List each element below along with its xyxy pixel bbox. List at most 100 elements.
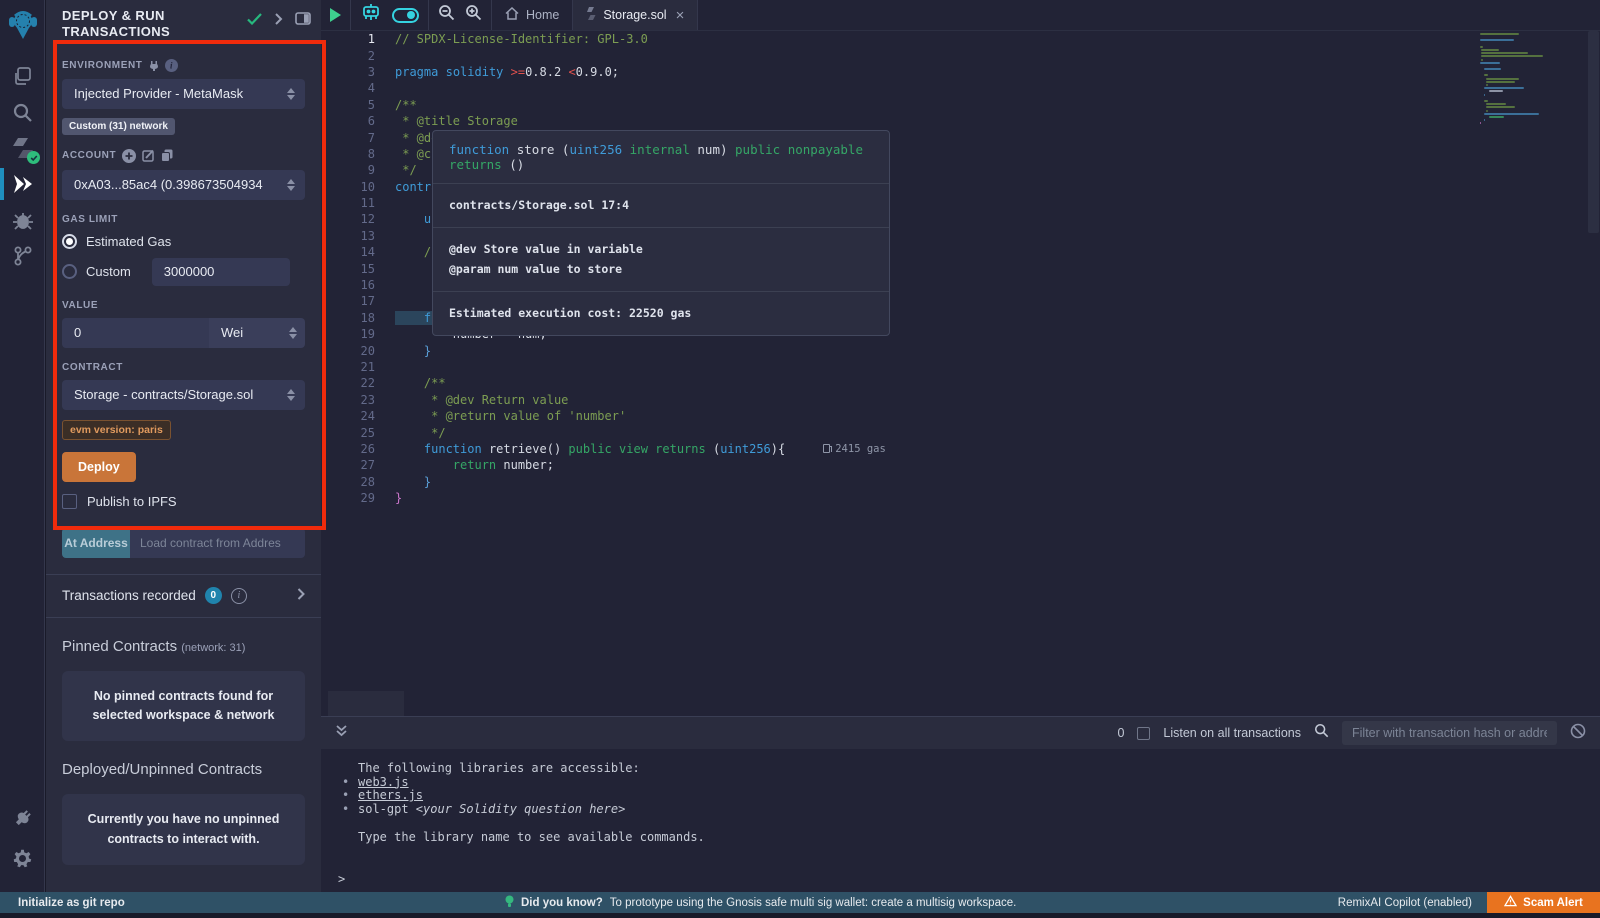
terminal-line: •ethers.js xyxy=(338,789,1600,803)
pin-panel-icon[interactable] xyxy=(295,12,311,30)
line-number: 20 xyxy=(321,344,375,358)
code-line[interactable]: 23 * @dev Return value xyxy=(321,392,1600,408)
environment-info-icon[interactable]: i xyxy=(165,59,178,72)
tab-storage-sol[interactable]: Storage.sol × xyxy=(573,0,698,30)
git-icon[interactable] xyxy=(0,238,45,274)
line-number: 26 xyxy=(321,442,375,456)
code-line[interactable]: 24 * @return value of 'number' xyxy=(321,408,1600,424)
tab-home[interactable]: Home xyxy=(492,0,573,30)
contract-label: CONTRACT xyxy=(62,362,305,373)
hover-tooltip: function store (uint256 internal num) pu… xyxy=(432,130,890,336)
clear-console-icon[interactable] xyxy=(1570,723,1586,744)
deploy-run-panel: DEPLOY & RUN TRANSACTIONS ENVIRONMENT i … xyxy=(46,0,321,892)
line-number: 6 xyxy=(321,114,375,128)
account-select[interactable]: 0xA03...85ac4 (0.398673504934 xyxy=(62,170,305,200)
line-number: 4 xyxy=(321,81,375,95)
solidity-compiler-icon[interactable] xyxy=(0,130,45,166)
terminal: 0 Listen on all transactions The followi… xyxy=(321,716,1600,892)
code-line[interactable]: 27 return number; xyxy=(321,457,1600,473)
at-address-input[interactable] xyxy=(130,528,305,558)
code-line[interactable]: 2 xyxy=(321,47,1600,63)
code-line[interactable]: 21 xyxy=(321,359,1600,375)
code-line[interactable]: 3pragma solidity >=0.8.2 <0.9.0; xyxy=(321,64,1600,80)
collapse-terminal-icon[interactable] xyxy=(335,724,348,743)
terminal-output: The following libraries are accessible:•… xyxy=(321,749,1600,887)
debugger-icon[interactable] xyxy=(0,202,45,238)
svg-text:i: i xyxy=(169,60,172,70)
line-number: 2 xyxy=(321,49,375,63)
copilot-status[interactable]: RemixAI Copilot (enabled) xyxy=(1338,897,1472,909)
icon-rail xyxy=(0,0,45,892)
line-number: 29 xyxy=(321,491,375,505)
line-number: 19 xyxy=(321,327,375,341)
transaction-listen-count: 0 xyxy=(1117,726,1124,740)
code-line[interactable]: 1// SPDX-License-Identifier: GPL-3.0 xyxy=(321,31,1600,47)
code-line[interactable]: 28 } xyxy=(321,474,1600,490)
terminal-library-link[interactable]: web3.js xyxy=(358,776,409,790)
did-you-know-tip: Did you know? To prototype using the Gno… xyxy=(505,895,1016,911)
status-bar: Initialize as git repo Did you know? To … xyxy=(0,892,1600,913)
chevron-updown-icon xyxy=(287,88,295,100)
zoom-in-icon[interactable] xyxy=(465,4,482,26)
run-script-icon[interactable] xyxy=(330,8,341,22)
environment-select[interactable]: Injected Provider - MetaMask xyxy=(62,79,305,109)
deploy-button[interactable]: Deploy xyxy=(62,452,136,482)
listen-all-transactions-checkbox[interactable] xyxy=(1137,727,1150,740)
sign-message-icon[interactable] xyxy=(142,149,155,162)
listen-all-transactions-label: Listen on all transactions xyxy=(1163,726,1301,740)
transaction-filter-input[interactable] xyxy=(1342,721,1557,745)
publish-ipfs-label: Publish to IPFS xyxy=(87,494,177,509)
account-label: ACCOUNT xyxy=(62,149,305,163)
custom-gas-radio[interactable] xyxy=(62,264,77,279)
terminal-line: •web3.js xyxy=(338,776,1600,790)
line-number: 14 xyxy=(321,245,375,259)
code-line[interactable]: 25 */ xyxy=(321,424,1600,440)
value-input[interactable] xyxy=(62,318,209,348)
code-line[interactable]: 20 } xyxy=(321,342,1600,358)
contract-select[interactable]: Storage - contracts/Storage.sol xyxy=(62,380,305,410)
pinned-contracts-heading: Pinned Contracts (network: 31) xyxy=(46,618,321,655)
code-line[interactable]: 22 /** xyxy=(321,375,1600,391)
copy-address-icon[interactable] xyxy=(161,149,173,162)
warning-triangle-icon xyxy=(1504,895,1517,910)
value-unit-select[interactable]: Wei xyxy=(209,318,305,348)
search-icon[interactable] xyxy=(0,94,45,130)
line-number: 17 xyxy=(321,294,375,308)
estimated-gas-radio[interactable] xyxy=(62,234,77,249)
zoom-out-icon[interactable] xyxy=(438,4,455,26)
terminal-search-icon xyxy=(1314,723,1329,743)
panel-collapse-icon[interactable] xyxy=(274,12,283,30)
code-line[interactable]: 29} xyxy=(321,490,1600,506)
editor-scrollbar[interactable] xyxy=(1588,31,1599,233)
code-editor: Home Storage.sol × 1// SPDX-License-Iden… xyxy=(321,0,1600,716)
scam-alert-button[interactable]: Scam Alert xyxy=(1487,892,1600,913)
deploy-run-icon[interactable] xyxy=(0,166,45,202)
git-init-status[interactable]: Initialize as git repo xyxy=(0,897,125,909)
lightbulb-icon xyxy=(505,895,514,911)
code-line[interactable]: 4 xyxy=(321,80,1600,96)
line-number: 24 xyxy=(321,409,375,423)
ai-copilot-robot-icon[interactable] xyxy=(360,3,382,28)
editor-bottom-decoration xyxy=(328,691,404,716)
remix-logo-icon[interactable] xyxy=(0,6,45,44)
transactions-info-icon[interactable]: i xyxy=(231,588,247,604)
file-explorer-icon[interactable] xyxy=(0,58,45,94)
chevron-right-icon[interactable] xyxy=(297,587,305,605)
panel-check-icon xyxy=(247,12,262,30)
code-line[interactable]: 5/** xyxy=(321,97,1600,113)
code-line[interactable]: 26 function retrieve() public view retur… xyxy=(321,441,1600,457)
terminal-library-link[interactable]: ethers.js xyxy=(358,789,423,803)
code-line[interactable]: 6 * @title Storage xyxy=(321,113,1600,129)
at-address-button[interactable]: At Address xyxy=(62,528,130,558)
chevron-updown-icon xyxy=(289,327,297,339)
minimap[interactable] xyxy=(1480,33,1586,125)
settings-gear-icon[interactable] xyxy=(0,840,45,876)
plugin-manager-icon[interactable] xyxy=(0,800,45,836)
copilot-toggle[interactable] xyxy=(392,8,419,23)
add-account-icon[interactable] xyxy=(122,149,136,163)
publish-ipfs-checkbox[interactable] xyxy=(62,494,77,509)
line-number: 3 xyxy=(321,65,375,79)
close-tab-icon[interactable]: × xyxy=(676,7,685,24)
custom-gas-input[interactable] xyxy=(152,258,290,286)
terminal-prompt[interactable]: > xyxy=(338,873,1600,887)
